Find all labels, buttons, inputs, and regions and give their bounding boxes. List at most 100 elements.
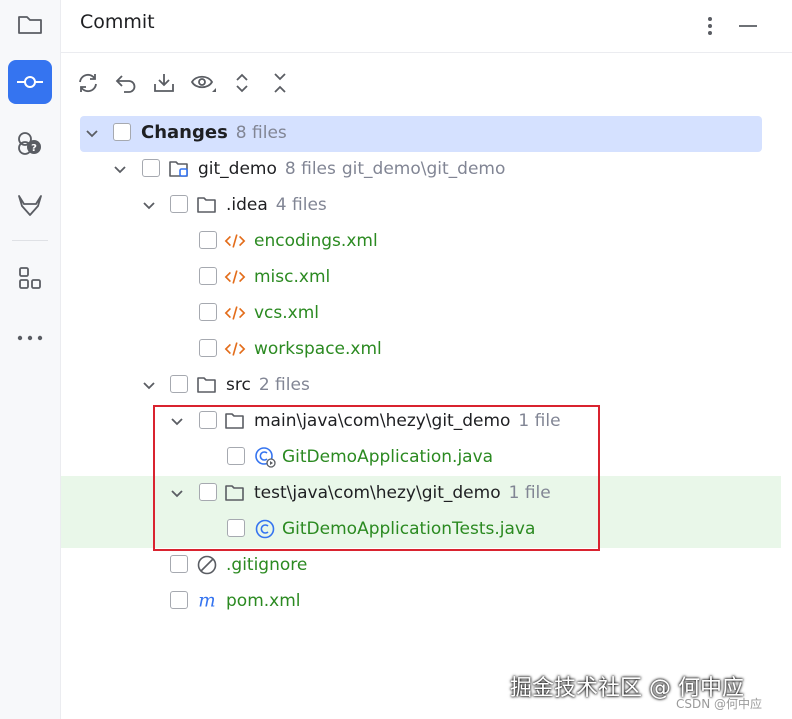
tree-row-idea[interactable]: .idea 4 files — [61, 188, 792, 224]
src-checkbox[interactable] — [170, 375, 188, 393]
test-package-checkbox[interactable] — [199, 483, 217, 501]
panel-title: Commit — [80, 11, 155, 33]
chevron-down-icon[interactable] — [141, 378, 157, 394]
file-checkbox[interactable] — [170, 591, 188, 609]
tree-row-main-package[interactable]: main\java\com\hezy\git_demo 1 file — [61, 404, 792, 440]
file-checkbox[interactable] — [199, 231, 217, 249]
collapse-all-button[interactable] — [263, 66, 297, 100]
xml-file-icon — [224, 266, 246, 288]
file-name: GitDemoApplication.java — [282, 447, 494, 467]
tree-row-changes[interactable]: Changes 8 files — [61, 116, 792, 152]
chevron-down-icon[interactable] — [112, 162, 128, 178]
folder-icon — [196, 194, 218, 216]
tree-row-file[interactable]: GitDemoApplicationTests.java — [61, 512, 792, 548]
gitlab-icon — [18, 195, 42, 216]
tree-row-file[interactable]: m pom.xml — [61, 584, 792, 620]
file-checkbox[interactable] — [199, 267, 217, 285]
tree-row-file[interactable]: .gitignore — [61, 548, 792, 584]
src-count: 2 files — [258, 375, 310, 395]
chevron-down-icon[interactable] — [169, 486, 185, 502]
file-checkbox[interactable] — [199, 303, 217, 321]
changes-checkbox[interactable] — [113, 123, 131, 141]
file-name: encodings.xml — [254, 231, 378, 251]
chevron-down-icon[interactable] — [84, 126, 100, 142]
xml-file-icon — [224, 230, 246, 252]
tree-row-file[interactable]: misc.xml — [61, 260, 792, 296]
test-package-count: 1 file — [508, 483, 551, 503]
expand-all-button[interactable] — [225, 66, 259, 100]
refresh-button[interactable] — [71, 66, 105, 100]
gitlab-tool-button[interactable] — [8, 183, 52, 227]
tree-row-file[interactable]: workspace.xml — [61, 332, 792, 368]
tree-row-src[interactable]: src 2 files — [61, 368, 792, 404]
tree-row-file[interactable]: vcs.xml — [61, 296, 792, 332]
file-name: misc.xml — [254, 267, 331, 287]
xml-file-icon — [224, 302, 246, 324]
folder-icon — [18, 16, 42, 34]
download-icon — [154, 74, 174, 92]
git-demo-label: git_demo 8 files git_demo\git_demo — [198, 158, 505, 180]
tree-row-git-demo[interactable]: git_demo 8 files git_demo\git_demo — [61, 152, 792, 188]
src-name: src — [226, 375, 251, 395]
expand-all-icon — [236, 73, 248, 93]
tree-row-file[interactable]: GitDemoApplication.java — [61, 440, 792, 476]
file-name: pom.xml — [226, 591, 301, 611]
folder-icon — [224, 482, 246, 504]
java-class-icon — [254, 518, 276, 540]
folder-icon — [196, 374, 218, 396]
file-name: workspace.xml — [254, 339, 382, 359]
main-package-checkbox[interactable] — [199, 411, 217, 429]
main-package-name: main\java\com\hezy\git_demo — [254, 411, 511, 431]
file-checkbox[interactable] — [227, 447, 245, 465]
options-button[interactable] — [697, 13, 723, 39]
svg-text:?: ? — [31, 143, 37, 154]
git-demo-count: 8 files — [284, 159, 336, 179]
svg-text:m: m — [198, 591, 215, 611]
file-checkbox[interactable] — [170, 555, 188, 573]
idea-label: .idea 4 files — [226, 194, 327, 216]
changes-count: 8 files — [235, 123, 287, 143]
minimize-button[interactable] — [735, 13, 761, 39]
ai-assistant-tool-button[interactable]: ? — [8, 121, 52, 165]
file-checkbox[interactable] — [199, 339, 217, 357]
watermark-subtext: CSDN @何中应 — [676, 697, 763, 711]
git-demo-name: git_demo — [198, 159, 277, 179]
main-package-label: main\java\com\hezy\git_demo 1 file — [254, 410, 561, 432]
tree-row-test-package[interactable]: test\java\com\hezy\git_demo 1 file — [61, 476, 792, 512]
sidebar-divider — [12, 240, 48, 241]
view-options-button[interactable] — [187, 66, 221, 100]
eye-icon — [190, 75, 216, 92]
idea-checkbox[interactable] — [170, 195, 188, 213]
changes-name: Changes — [141, 122, 228, 143]
refresh-icon — [79, 73, 97, 93]
file-name: .gitignore — [226, 555, 308, 575]
src-label: src 2 files — [226, 374, 310, 396]
rollback-button[interactable] — [109, 66, 143, 100]
shelve-button[interactable] — [147, 66, 181, 100]
tool-window-bar: ? — [0, 0, 61, 719]
xml-file-icon — [224, 338, 246, 360]
structure-icon — [19, 267, 41, 289]
collapse-all-icon — [274, 73, 286, 93]
idea-name: .idea — [226, 195, 268, 215]
ignore-file-icon — [196, 554, 218, 576]
main-package-count: 1 file — [518, 411, 561, 431]
git-demo-checkbox[interactable] — [142, 159, 160, 177]
more-vertical-icon — [708, 17, 712, 35]
git-demo-path: git_demo\git_demo — [341, 159, 506, 179]
chevron-down-icon[interactable] — [141, 198, 157, 214]
project-tool-button[interactable] — [8, 2, 52, 46]
file-checkbox[interactable] — [227, 519, 245, 537]
more-tools-button[interactable] — [8, 316, 52, 360]
commit-tool-button[interactable] — [8, 60, 52, 104]
ai-assistant-icon: ? — [18, 132, 41, 155]
java-class-runnable-icon — [254, 446, 276, 468]
file-name: vcs.xml — [254, 303, 320, 323]
changes-label: Changes 8 files — [141, 122, 287, 144]
structure-tool-button[interactable] — [8, 256, 52, 300]
chevron-down-icon[interactable] — [169, 414, 185, 430]
file-name: GitDemoApplicationTests.java — [282, 519, 536, 539]
tree-row-file[interactable]: encodings.xml — [61, 224, 792, 260]
idea-count: 4 files — [275, 195, 327, 215]
more-horizontal-icon — [17, 335, 43, 341]
